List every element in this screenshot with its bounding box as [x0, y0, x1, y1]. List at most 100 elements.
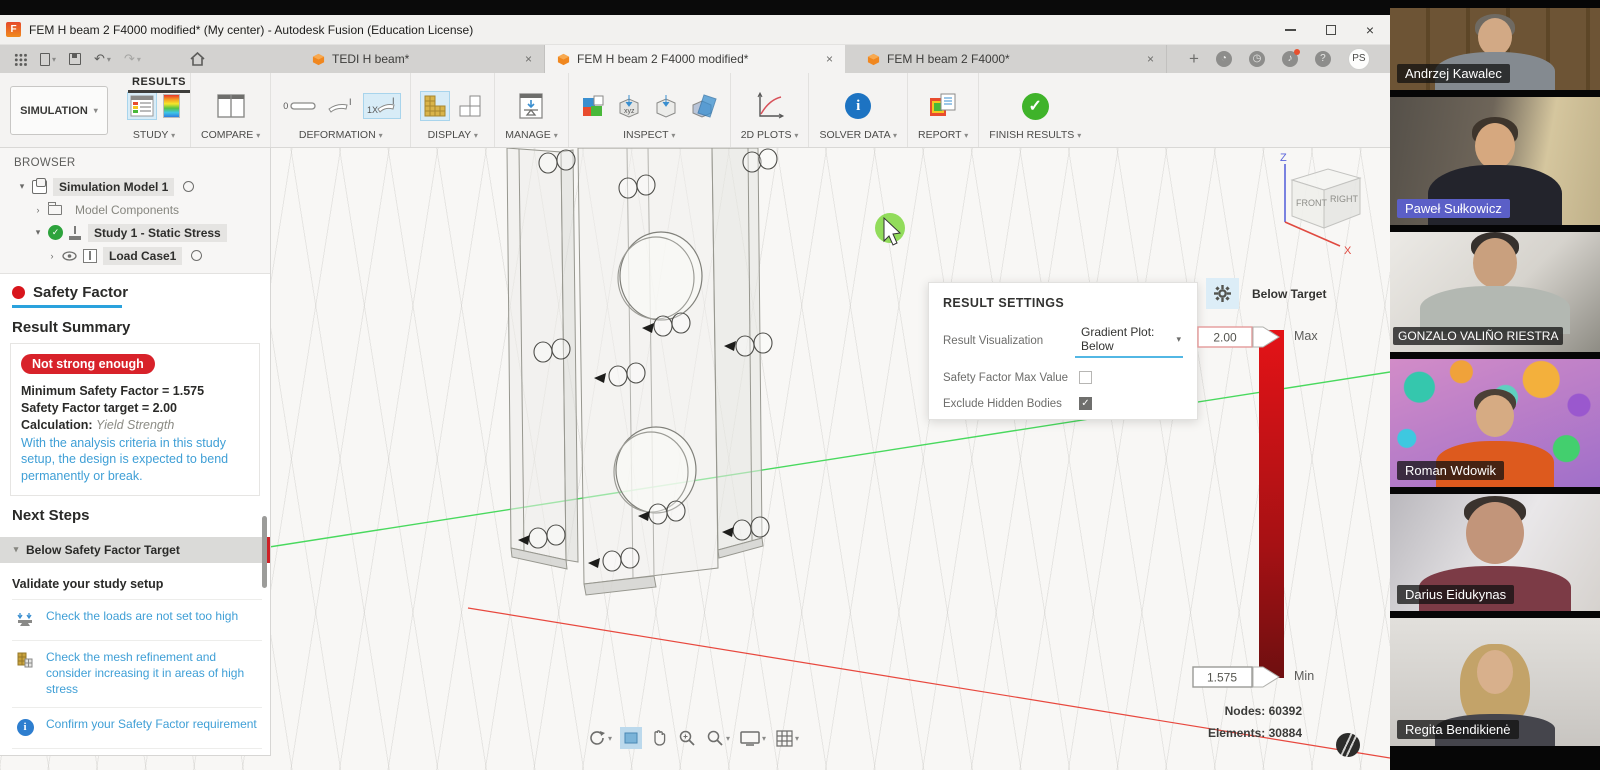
visualization-dropdown[interactable]: Gradient Plot: Below▾	[1075, 323, 1183, 358]
radio-icon[interactable]	[191, 250, 202, 261]
x-axis-label: X	[1344, 245, 1352, 257]
solver-data-icon[interactable]: i	[845, 93, 871, 119]
tab-close-icon[interactable]: ×	[525, 52, 532, 66]
visibility-eye-icon[interactable]	[62, 251, 77, 261]
tree-item-load-case[interactable]: › Load Case1	[0, 244, 270, 267]
mesh-display-off-icon[interactable]	[456, 92, 484, 120]
job-status-icon[interactable]: ◷	[1249, 51, 1265, 67]
display-settings-icon[interactable]: ▾	[738, 728, 768, 748]
step-nonlinear-study[interactable]: If the Displacement result shows high di…	[12, 748, 262, 756]
group-label[interactable]: INSPECT ▾	[623, 129, 675, 141]
look-at-icon[interactable]	[620, 727, 642, 749]
interpolate-icon[interactable]	[579, 92, 607, 120]
undo-button[interactable]: ↶▾	[94, 51, 111, 67]
workspace-selector[interactable]: SIMULATION▾	[10, 86, 108, 135]
group-label[interactable]: COMPARE ▾	[201, 129, 260, 141]
redo-button[interactable]: ↷▾	[124, 51, 141, 67]
participant-video[interactable]: Darius Eidukynas	[1390, 494, 1600, 611]
deformation-actual-icon[interactable]: I	[325, 95, 357, 117]
legend-settings-gear-icon[interactable]	[1206, 278, 1239, 309]
app-grid-icon[interactable]	[14, 53, 27, 66]
group-label[interactable]: DISPLAY ▾	[428, 129, 478, 141]
radio-icon[interactable]	[183, 181, 194, 192]
close-button[interactable]: ×	[1366, 25, 1374, 35]
below-target-row[interactable]: ▾ Below Safety Factor Target	[0, 537, 270, 563]
deformation-none-icon[interactable]: 0	[281, 98, 318, 114]
group-label[interactable]: FINISH RESULTS ▾	[989, 129, 1081, 141]
file-menu-button[interactable]: ▾	[40, 53, 56, 66]
tree-item-study[interactable]: ▾✓ Study 1 - Static Stress	[0, 221, 270, 244]
participant-video[interactable]: Regita Bendikienė	[1390, 618, 1600, 746]
surface-probe-icon[interactable]	[651, 91, 681, 121]
panel-scrollbar[interactable]	[262, 516, 267, 588]
point-probe-xyz-icon[interactable]: xyz	[614, 91, 644, 121]
tab-tedi-h-beam[interactable]: TEDI H beam* ×	[300, 45, 545, 73]
legend-min-tag[interactable]: 1.575	[1192, 666, 1287, 689]
group-label[interactable]: STUDY ▾	[133, 129, 175, 141]
status-badge: Not strong enough	[21, 354, 155, 374]
mesh-display-on-icon[interactable]	[421, 92, 449, 120]
viewport-canvas[interactable]: FRONT RIGHT Z X BROWSER ▾ Simulation Mod…	[0, 148, 1390, 770]
viewcube-front-label: FRONT	[1296, 198, 1327, 208]
dialog-title: RESULT SETTINGS	[943, 296, 1183, 310]
finish-results-icon[interactable]: ✓	[1022, 93, 1049, 120]
save-button[interactable]	[69, 53, 81, 65]
deformation-scaled-icon[interactable]: 1XI	[364, 94, 400, 118]
participant-video[interactable]: GONZALO VALIÑO RIESTRA	[1390, 232, 1600, 352]
group-label[interactable]: REPORT ▾	[918, 129, 968, 141]
report-icon[interactable]	[927, 91, 959, 121]
tab-fem-h-beam[interactable]: FEM H beam 2 F4000* ×	[855, 45, 1167, 73]
plot-icon[interactable]	[753, 90, 787, 122]
validate-box: Validate your study setup Check the load…	[0, 563, 270, 757]
tree-item-model-components[interactable]: › Model Components	[0, 198, 270, 221]
autodesk-badge[interactable]	[1336, 733, 1360, 757]
restore-button[interactable]	[1326, 25, 1336, 35]
loads-icon	[14, 608, 36, 630]
home-icon[interactable]	[190, 52, 205, 66]
legend-max-tag[interactable]: 2.00	[1197, 326, 1287, 349]
zoom-window-icon[interactable]: ▾	[704, 727, 732, 749]
legend-display-icon[interactable]	[163, 94, 180, 118]
step-confirm-requirement[interactable]: i Confirm your Safety Factor requirement	[12, 707, 262, 748]
step-check-mesh[interactable]: Check the mesh refinement and consider i…	[12, 640, 262, 708]
group-2d-plots: 2D PLOTS ▾	[730, 73, 809, 147]
view-cube[interactable]: FRONT RIGHT Z X	[1258, 150, 1370, 260]
ribbon-tab-results[interactable]: RESULTS	[128, 76, 190, 93]
tab-bar: ▾ ↶▾ ↷▾ TEDI H beam* × FEM H beam 2 F400…	[0, 45, 1390, 73]
tree-item-simulation-model[interactable]: ▾ Simulation Model 1	[0, 175, 270, 198]
tab-fem-h-beam-modified[interactable]: FEM H beam 2 F4000 modified* ×	[545, 45, 845, 73]
notifications-bell-icon[interactable]: ♪	[1282, 51, 1298, 67]
participant-video[interactable]: Paweł Sułkowicz	[1390, 97, 1600, 225]
group-label[interactable]: MANAGE ▾	[505, 129, 557, 141]
participant-name: Andrzej Kawalec	[1397, 64, 1510, 83]
compare-icon[interactable]	[215, 92, 247, 120]
max-value-checkbox[interactable]	[1079, 371, 1092, 384]
new-tab-button[interactable]: +	[1189, 49, 1199, 69]
grid-settings-icon[interactable]: ▾	[774, 728, 801, 749]
extensions-icon[interactable]: ◔	[1216, 51, 1232, 67]
pan-icon[interactable]	[648, 727, 670, 749]
tab-close-icon[interactable]: ×	[1147, 52, 1154, 66]
profile-avatar[interactable]: PS	[1348, 48, 1370, 70]
load-case-icon	[83, 249, 97, 263]
help-icon[interactable]: ?	[1315, 51, 1331, 67]
document-icon	[312, 53, 325, 66]
study-results-icon[interactable]	[128, 93, 156, 119]
manage-icon[interactable]	[516, 91, 546, 121]
legend-color-bar	[1259, 330, 1284, 678]
group-label[interactable]: SOLVER DATA ▾	[819, 129, 897, 141]
group-label[interactable]: 2D PLOTS ▾	[741, 129, 799, 141]
navigation-bar: ▾ ▾ ▾	[586, 727, 801, 749]
participant-video[interactable]: Andrzej Kawalec	[1390, 8, 1600, 90]
result-type-title[interactable]: Safety Factor	[0, 274, 270, 305]
zoom-icon[interactable]	[676, 727, 698, 749]
step-check-loads[interactable]: Check the loads are not set too high	[12, 599, 262, 640]
tab-close-icon[interactable]: ×	[826, 52, 833, 66]
click-highlight	[875, 213, 905, 245]
slice-plane-icon[interactable]	[688, 91, 720, 121]
group-label[interactable]: DEFORMATION ▾	[299, 129, 383, 141]
participant-video[interactable]: Roman Wdowik	[1390, 359, 1600, 487]
exclude-hidden-checkbox[interactable]: ✓	[1079, 397, 1092, 410]
minimize-button[interactable]	[1285, 29, 1296, 31]
orbit-icon[interactable]: ▾	[586, 727, 614, 749]
